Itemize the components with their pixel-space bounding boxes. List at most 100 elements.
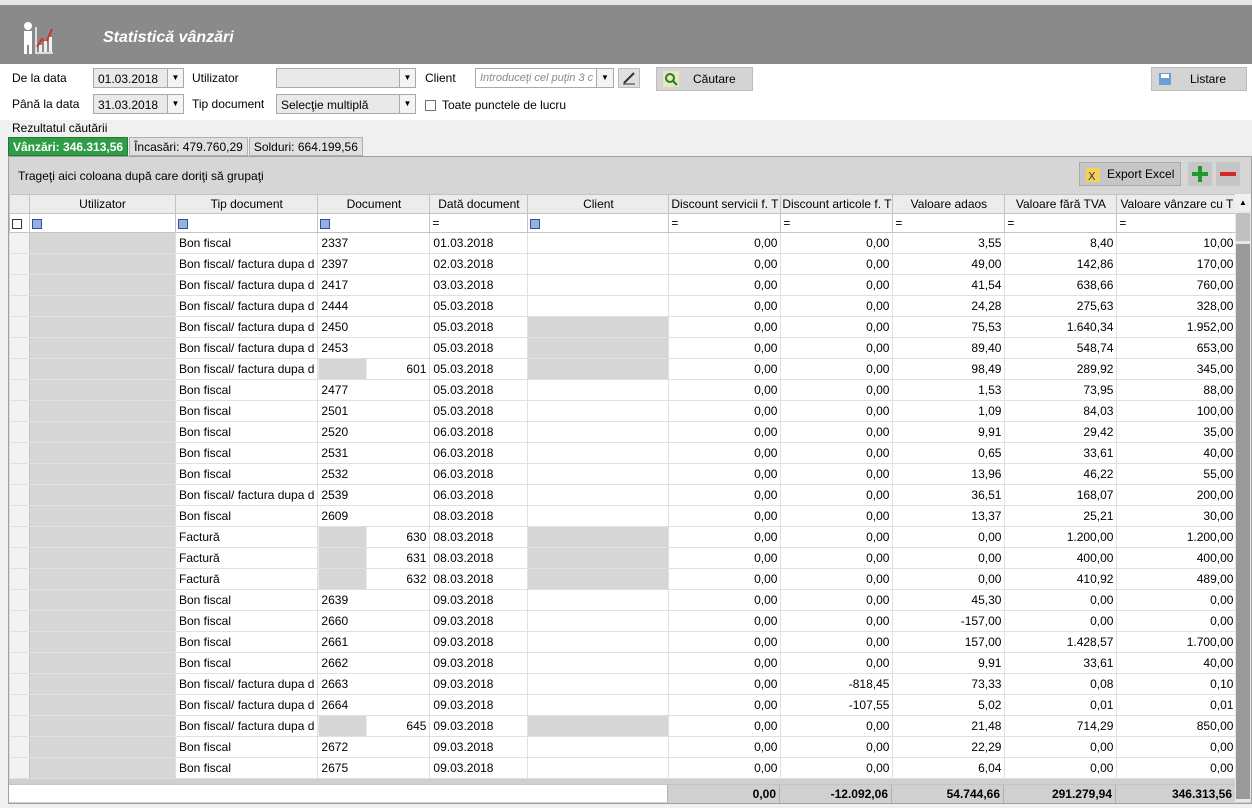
tab-balances[interactable]: Solduri: 664.199,56 <box>248 137 363 156</box>
table-row[interactable]: Bon fiscal 2609 08.03.2018 0,00 0,00 13,37 25,… <box>9 505 1238 527</box>
edit-client-button[interactable] <box>618 68 640 88</box>
row-selector[interactable] <box>9 232 30 254</box>
filter-document[interactable] <box>317 213 431 233</box>
chevron-down-icon[interactable]: ▼ <box>167 95 183 113</box>
client-dropdown[interactable]: ▼ <box>596 68 614 88</box>
col-header-sale-value[interactable]: Valoare vânzare cu T <box>1116 194 1238 214</box>
row-selector[interactable] <box>9 295 30 317</box>
vertical-scrollbar[interactable]: ▲ <box>1235 194 1251 802</box>
row-selector[interactable] <box>9 715 30 737</box>
tab-sales[interactable]: Vânzări: 346.313,56 <box>8 137 129 156</box>
row-selector[interactable] <box>9 505 30 527</box>
row-selector[interactable] <box>9 673 30 695</box>
table-row[interactable]: Bon fiscal/ factura dupa d 2397 02.03.2018… <box>9 253 1238 275</box>
from-date-picker[interactable]: 01.03.2018 ▼ <box>93 68 184 88</box>
col-header-value-no-vat[interactable]: Valoare fără TVA <box>1004 194 1118 214</box>
filter-markup[interactable]: = <box>892 213 1006 233</box>
add-icon[interactable] <box>1188 162 1212 186</box>
col-header-client[interactable]: Client <box>527 194 670 214</box>
table-row[interactable]: Bon fiscal 2639 09.03.2018 0,00 0,00 45,30 0,0… <box>9 589 1238 611</box>
filter-value-no-vat[interactable]: = <box>1004 213 1118 233</box>
table-row[interactable]: Bon fiscal 2672 09.03.2018 0,00 0,00 22,29 0,0… <box>9 736 1238 758</box>
table-row[interactable]: Factură 631 08.03.2018 0,00 0,00 0,00 400,00 40… <box>9 547 1238 569</box>
row-selector[interactable] <box>9 736 30 758</box>
filter-clear-icon[interactable] <box>9 213 30 233</box>
row-selector[interactable] <box>9 358 30 380</box>
table-row[interactable]: Bon fiscal/ factura dupa d 645 09.03.2018 0… <box>9 715 1238 737</box>
chevron-down-icon[interactable]: ▼ <box>399 69 415 87</box>
row-selector[interactable] <box>9 757 30 779</box>
table-row[interactable]: Bon fiscal 2501 05.03.2018 0,00 0,00 1,09 84,0… <box>9 400 1238 422</box>
row-selector[interactable] <box>9 610 30 632</box>
scroll-thumb[interactable] <box>1236 213 1250 241</box>
all-points-checkbox[interactable] <box>425 100 436 111</box>
scroll-up-icon[interactable]: ▲ <box>1235 194 1251 211</box>
row-selector[interactable] <box>9 253 30 275</box>
col-header-date[interactable]: Dată document <box>429 194 529 214</box>
filter-service-discount[interactable]: = <box>668 213 782 233</box>
table-row[interactable]: Bon fiscal 2532 06.03.2018 0,00 0,00 13,96 46,… <box>9 463 1238 485</box>
table-row[interactable]: Bon fiscal 2660 09.03.2018 0,00 0,00 -157,00 0… <box>9 610 1238 632</box>
table-row[interactable]: Bon fiscal 2662 09.03.2018 0,00 0,00 9,91 33,6… <box>9 652 1238 674</box>
table-row[interactable]: Bon fiscal 2661 09.03.2018 0,00 0,00 157,00 1.… <box>9 631 1238 653</box>
row-selector[interactable] <box>9 631 30 653</box>
filter-doctype[interactable] <box>174 213 319 233</box>
table-row[interactable]: Bon fiscal/ factura dupa d 2539 06.03.2018… <box>9 484 1238 506</box>
tab-receipts[interactable]: Încasări: 479.760,29 <box>129 137 248 156</box>
table-row[interactable]: Bon fiscal 2675 09.03.2018 0,00 0,00 6,04 0,00… <box>9 757 1238 779</box>
filter-client[interactable] <box>527 213 670 233</box>
scroll-track[interactable] <box>1236 244 1250 799</box>
row-selector[interactable] <box>9 463 30 485</box>
table-row[interactable]: Bon fiscal/ factura dupa d 2453 05.03.2018… <box>9 337 1238 359</box>
col-header-user[interactable]: Utilizator <box>29 194 176 214</box>
chevron-down-icon[interactable]: ▼ <box>399 95 415 113</box>
row-selector[interactable] <box>9 274 30 296</box>
chevron-down-icon[interactable]: ▼ <box>597 69 613 87</box>
row-selector[interactable] <box>9 337 30 359</box>
table-row[interactable]: Bon fiscal/ factura dupa d 2417 03.03.2018… <box>9 274 1238 296</box>
col-header-item-discount[interactable]: Discount articole f. T <box>780 194 894 214</box>
row-selector[interactable] <box>9 421 30 443</box>
row-selector[interactable] <box>9 526 30 548</box>
row-selector[interactable] <box>9 442 30 464</box>
filter-sale-value[interactable]: = <box>1116 213 1238 233</box>
col-header-doctype[interactable]: Tip document <box>174 194 319 214</box>
row-selector[interactable] <box>9 316 30 338</box>
row-selector[interactable] <box>9 568 30 590</box>
filter-item-discount[interactable]: = <box>780 213 894 233</box>
col-header-service-discount[interactable]: Discount servicii f. T <box>668 194 782 214</box>
table-row[interactable]: Bon fiscal/ factura dupa d 2664 09.03.2018… <box>9 694 1238 716</box>
table-row[interactable]: Bon fiscal 2337 01.03.2018 0,00 0,00 3,55 8,40… <box>9 232 1238 254</box>
row-selector[interactable] <box>9 547 30 569</box>
cell-date: 09.03.2018 <box>429 715 529 737</box>
to-date-picker[interactable]: 31.03.2018 ▼ <box>93 94 184 114</box>
doctype-select[interactable]: Selecţie multiplă ▼ <box>276 94 416 114</box>
search-button[interactable]: Căutare <box>656 67 753 91</box>
table-row[interactable]: Factură 630 08.03.2018 0,00 0,00 0,00 1.200,00… <box>9 526 1238 548</box>
col-header-document[interactable]: Document <box>317 194 431 214</box>
list-button[interactable]: Listare <box>1151 67 1247 91</box>
row-selector[interactable] <box>9 379 30 401</box>
row-selector[interactable] <box>9 589 30 611</box>
remove-icon[interactable] <box>1216 162 1240 186</box>
col-header-markup[interactable]: Valoare adaos <box>892 194 1006 214</box>
export-excel-button[interactable]: X Export Excel <box>1079 162 1181 186</box>
table-row[interactable]: Factură 632 08.03.2018 0,00 0,00 0,00 410,92 48… <box>9 568 1238 590</box>
filter-date[interactable]: = <box>429 213 529 233</box>
table-row[interactable]: Bon fiscal 2531 06.03.2018 0,00 0,00 0,65 33,6… <box>9 442 1238 464</box>
row-selector[interactable] <box>9 400 30 422</box>
table-row[interactable]: Bon fiscal/ factura dupa d 2444 05.03.2018… <box>9 295 1238 317</box>
table-row[interactable]: Bon fiscal 2477 05.03.2018 0,00 0,00 1,53 73,9… <box>9 379 1238 401</box>
chevron-down-icon[interactable]: ▼ <box>167 69 183 87</box>
row-selector[interactable] <box>9 694 30 716</box>
client-input[interactable]: Introduceţi cel puţin 3 c <box>475 68 597 88</box>
row-selector[interactable] <box>9 484 30 506</box>
filter-user[interactable] <box>29 213 176 233</box>
row-selector[interactable] <box>9 652 30 674</box>
table-row[interactable]: Bon fiscal/ factura dupa d 2663 09.03.2018… <box>9 673 1238 695</box>
table-row[interactable]: Bon fiscal/ factura dupa d 2450 05.03.2018… <box>9 316 1238 338</box>
cell-document: 2539 <box>317 484 431 506</box>
table-row[interactable]: Bon fiscal 2520 06.03.2018 0,00 0,00 9,91 29,4… <box>9 421 1238 443</box>
user-select[interactable]: ▼ <box>276 68 416 88</box>
table-row[interactable]: Bon fiscal/ factura dupa d 601 05.03.2018 0… <box>9 358 1238 380</box>
